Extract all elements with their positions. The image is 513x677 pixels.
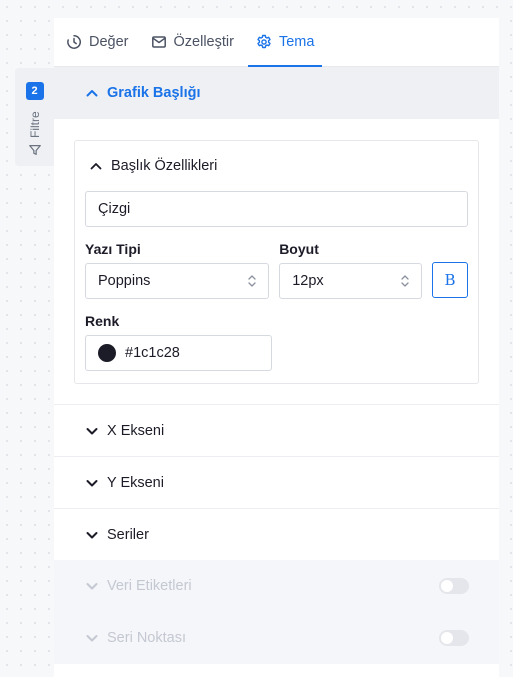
section-chart-title[interactable]: Grafik Başlığı [54, 67, 499, 119]
section-y-axis[interactable]: Y Ekseni [54, 456, 499, 508]
title-text-input[interactable]: Çizgi [85, 191, 468, 227]
color-value: #1c1c28 [125, 345, 180, 361]
select-arrows-icon [248, 275, 256, 287]
bold-button[interactable]: B [432, 262, 468, 298]
tab-bar: Değer Özelleştir Tema [54, 18, 499, 67]
clock-icon [67, 35, 82, 49]
tab-label: Özelleştir [173, 34, 234, 50]
title-properties-label: Başlık Özellikleri [111, 158, 218, 174]
data-labels-toggle[interactable] [439, 578, 469, 594]
title-properties-header[interactable]: Başlık Özellikleri [85, 141, 468, 191]
section-label: Y Ekseni [107, 474, 164, 491]
color-swatch[interactable] [98, 344, 116, 362]
section-label: Grafik Başlığı [107, 85, 201, 101]
section-label: Veri Etiketleri [107, 578, 192, 594]
font-value: Poppins [98, 273, 151, 289]
section-series-point: Seri Noktası [54, 612, 499, 664]
funnel-icon [28, 145, 41, 155]
color-input[interactable]: #1c1c28 [85, 335, 272, 371]
tab-ozellestir[interactable]: Özelleştir [143, 18, 242, 66]
series-point-toggle[interactable] [439, 630, 469, 646]
gear-icon [257, 34, 271, 49]
color-field: Renk #1c1c28 [85, 313, 272, 371]
size-label: Boyut [279, 241, 319, 257]
filter-tab[interactable]: 2 Filtre [15, 68, 54, 166]
size-select[interactable]: 12px [279, 263, 422, 299]
section-data-labels: Veri Etiketleri [54, 560, 499, 612]
tab-label: Tema [278, 34, 315, 50]
filter-tab-label: Filtre [27, 111, 42, 138]
chevron-up-icon [86, 90, 98, 97]
chevron-down-icon [86, 479, 98, 486]
section-label: Seriler [107, 526, 149, 543]
size-value: 12px [292, 273, 324, 289]
section-label: X Ekseni [107, 422, 165, 439]
tab-deger[interactable]: Değer [58, 18, 137, 66]
tab-label: Değer [89, 34, 129, 50]
font-select[interactable]: Poppins [85, 263, 270, 299]
size-field: Boyut 12px [279, 241, 422, 299]
bold-wrap: B [432, 241, 468, 299]
chevron-down-icon [86, 635, 98, 642]
title-text-value: Çizgi [98, 201, 131, 217]
mail-icon [151, 36, 166, 48]
color-label: Renk [85, 313, 120, 329]
filter-count-badge: 2 [25, 82, 44, 100]
select-arrows-icon [401, 275, 409, 287]
font-field: Yazı Tipi Poppins [85, 241, 270, 299]
title-properties-card: Başlık Özellikleri Çizgi Yazı Tipi Poppi… [74, 140, 479, 384]
chevron-down-icon [86, 583, 98, 590]
section-x-axis[interactable]: X Ekseni [54, 404, 499, 456]
settings-panel: Değer Özelleştir Tema Grafik Başlığı Baş… [54, 18, 499, 677]
tab-tema[interactable]: Tema [247, 18, 323, 67]
chevron-down-icon [86, 531, 98, 538]
chevron-down-icon [86, 427, 98, 434]
chevron-up-icon [90, 163, 102, 170]
font-label: Yazı Tipi [85, 241, 141, 257]
section-label: Seri Noktası [107, 630, 186, 646]
section-series[interactable]: Seriler [54, 508, 499, 560]
